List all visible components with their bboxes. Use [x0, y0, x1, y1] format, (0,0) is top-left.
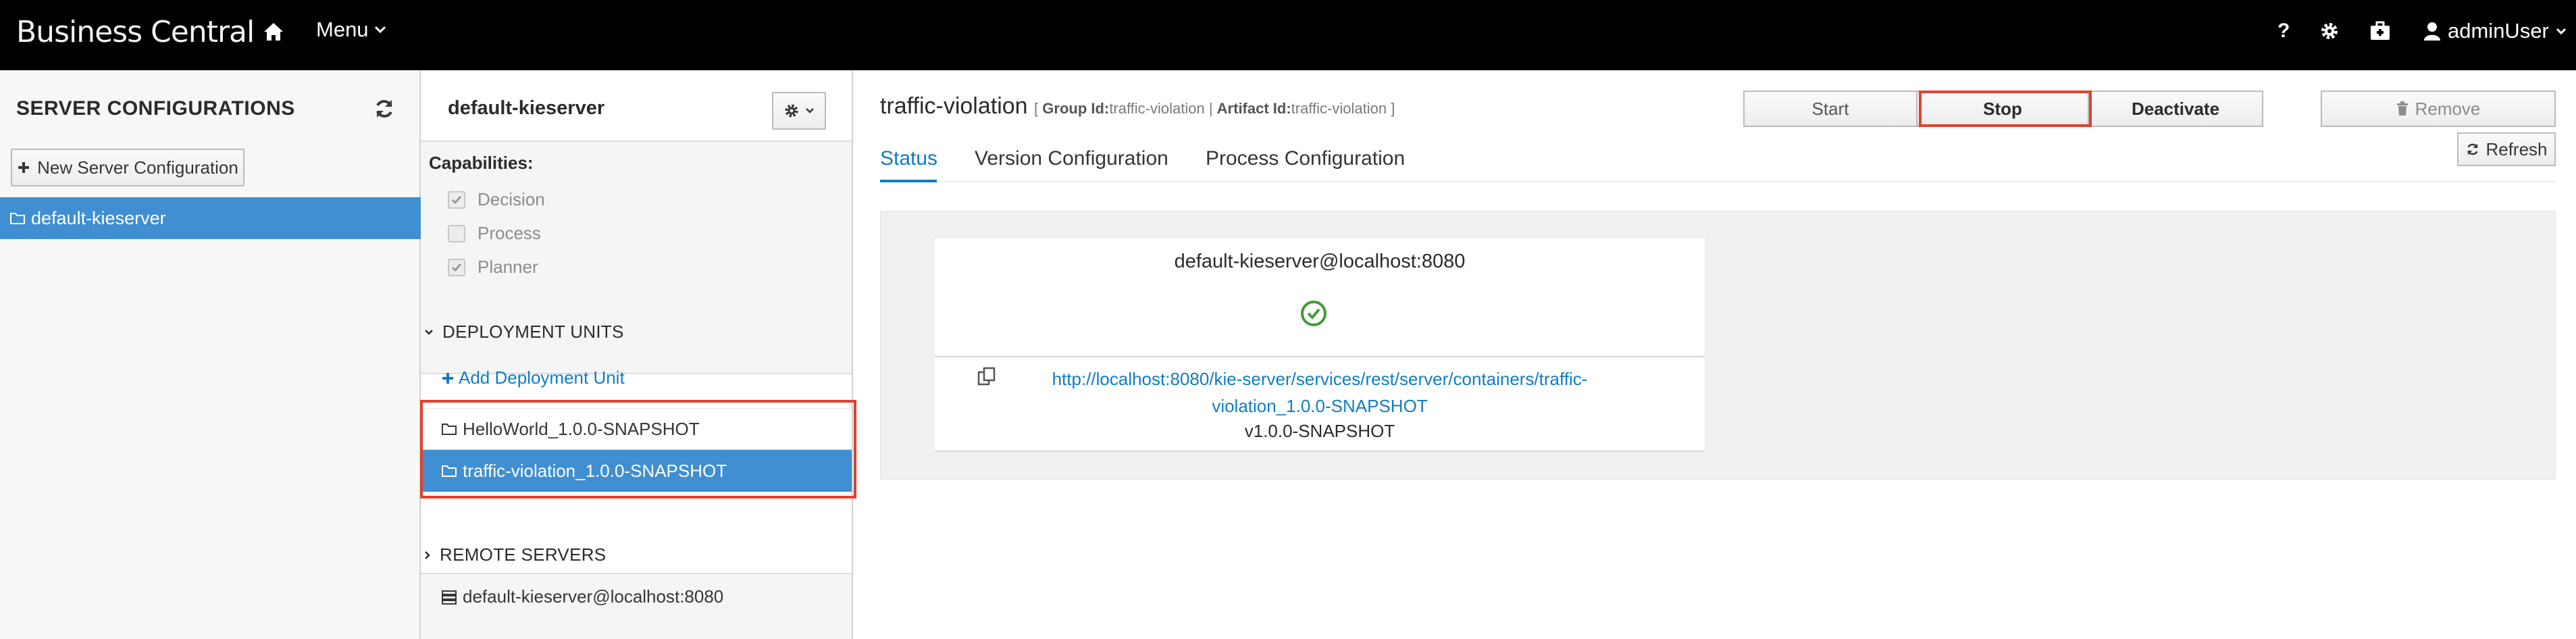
- container-action-group: Start Stop Deactivate: [1743, 91, 2263, 127]
- remote-servers-toggle[interactable]: REMOTE SERVERS: [423, 544, 606, 565]
- help-button[interactable]: ?: [2277, 16, 2290, 46]
- new-server-configuration-button[interactable]: New Server Configuration: [11, 149, 244, 186]
- capability-label: Planner: [478, 257, 538, 277]
- deployment-unit-label: HelloWorld_1.0.0-SNAPSHOT: [463, 418, 700, 439]
- user-icon: [2424, 22, 2440, 41]
- container-tabs: Status Version Configuration Process Con…: [880, 138, 2555, 182]
- chevron-down-icon: [806, 108, 814, 113]
- container-name: traffic-violation: [880, 93, 1028, 119]
- server-settings-dropdown[interactable]: [772, 92, 826, 130]
- stop-button[interactable]: Stop: [1916, 91, 2089, 127]
- capability-process: Process: [448, 223, 541, 244]
- deployment-unit-traffic-violation[interactable]: traffic-violation_1.0.0-SNAPSHOT: [421, 450, 852, 492]
- start-button[interactable]: Start: [1743, 91, 1917, 127]
- status-panel: default-kieserver@localhost:8080 http://…: [880, 211, 2556, 480]
- refresh-button[interactable]: Refresh: [2457, 132, 2556, 166]
- server-item-default-kieserver[interactable]: default-kieserver: [0, 197, 421, 239]
- remote-servers-list: default-kieserver@localhost:8080: [421, 573, 852, 639]
- chevron-down-icon: [425, 329, 433, 335]
- capabilities-title: Capabilities:: [429, 153, 534, 173]
- folder-icon: [10, 213, 25, 224]
- tab-status[interactable]: Status: [880, 147, 937, 170]
- capability-decision: Decision: [448, 189, 545, 210]
- container-meta: [ Group Id:traffic-violation | Artifact …: [1034, 100, 1395, 117]
- tab-process-configuration[interactable]: Process Configuration: [1206, 147, 1405, 170]
- capability-planner: Planner: [448, 257, 538, 278]
- trash-icon: [2396, 101, 2408, 116]
- server-icon: [442, 590, 457, 605]
- server-detail-title: default-kieserver: [448, 97, 605, 119]
- new-server-configuration-label: New Server Configuration: [37, 157, 238, 178]
- briefcase-icon[interactable]: [2369, 16, 2391, 46]
- check-icon: [451, 263, 462, 272]
- refresh-icon[interactable]: [373, 97, 396, 120]
- check-circle-icon: [1299, 299, 1328, 328]
- check-icon: [451, 195, 462, 204]
- user-menu[interactable]: adminUser: [2423, 16, 2567, 46]
- capability-checkbox-process: [448, 224, 465, 242]
- meta-separator: |: [1208, 100, 1213, 117]
- add-deployment-unit-link[interactable]: Add Deployment Unit: [441, 367, 625, 388]
- meta-bracket-close: ]: [1391, 100, 1395, 117]
- home-icon[interactable]: [262, 20, 285, 43]
- meta-bracket-open: [: [1034, 100, 1039, 117]
- chevron-down-icon: [374, 26, 386, 34]
- capability-checkbox-planner: [448, 258, 465, 276]
- folder-icon: [442, 465, 457, 477]
- artifact-id-label: Artifact Id:: [1216, 100, 1291, 117]
- deployment-unit-label: traffic-violation_1.0.0-SNAPSHOT: [463, 460, 727, 481]
- tab-version-configuration[interactable]: Version Configuration: [975, 147, 1168, 170]
- card-divider: [935, 356, 1705, 357]
- chevron-right-icon: [425, 551, 430, 559]
- remote-server-label: default-kieserver@localhost:8080: [463, 586, 724, 607]
- container-title: traffic-violation [ Group Id:traffic-vio…: [880, 93, 1395, 120]
- server-instance-name: default-kieserver@localhost:8080: [1174, 251, 1466, 272]
- group-id-value: traffic-violation: [1109, 100, 1205, 117]
- plus-icon: [442, 372, 453, 384]
- remove-label: Remove: [2415, 98, 2481, 119]
- active-tab-indicator: [880, 180, 937, 182]
- server-status-card: default-kieserver@localhost:8080 http://…: [935, 238, 1705, 452]
- server-detail-header: default-kieserver: [421, 70, 852, 140]
- server-configurations-title: SERVER CONFIGURATIONS: [16, 97, 295, 120]
- menu-dropdown[interactable]: Menu: [316, 18, 386, 42]
- container-url-link[interactable]: http://localhost:8080/kie-server/service…: [996, 365, 1644, 419]
- chevron-down-icon: [2556, 28, 2566, 35]
- deployment-units-toggle[interactable]: DEPLOYMENT UNITS: [423, 322, 624, 342]
- refresh-label: Refresh: [2485, 138, 2548, 159]
- server-detail-panel: default-kieserver Capabilities: Decision…: [421, 70, 853, 639]
- container-detail-panel: traffic-violation [ Group Id:traffic-vio…: [853, 70, 2576, 639]
- server-configurations-panel: SERVER CONFIGURATIONS New Server Configu…: [0, 70, 421, 639]
- deployment-unit-helloworld[interactable]: HelloWorld_1.0.0-SNAPSHOT: [421, 408, 852, 450]
- capability-label: Process: [478, 223, 541, 243]
- remove-button[interactable]: Remove: [2321, 91, 2556, 127]
- remote-server-item[interactable]: default-kieserver@localhost:8080: [441, 586, 723, 607]
- copy-icon[interactable]: [977, 366, 997, 386]
- deactivate-button[interactable]: Deactivate: [2088, 91, 2263, 127]
- menu-label: Menu: [316, 18, 369, 41]
- container-url-row: http://localhost:8080/kie-server/service…: [935, 365, 1705, 419]
- refresh-icon: [2467, 143, 2479, 155]
- server-item-label: default-kieserver: [31, 207, 166, 228]
- add-deployment-unit-label: Add Deployment Unit: [459, 367, 625, 388]
- artifact-id-value: traffic-violation: [1291, 100, 1387, 117]
- gear-icon[interactable]: [2319, 16, 2340, 46]
- deployment-units-title: DEPLOYMENT UNITS: [442, 322, 624, 342]
- capability-checkbox-decision: [448, 190, 465, 209]
- container-version: v1.0.0-SNAPSHOT: [1244, 421, 1395, 441]
- user-name: adminUser: [2448, 19, 2549, 43]
- group-id-label: Group Id:: [1042, 100, 1110, 117]
- remote-servers-title: REMOTE SERVERS: [440, 544, 607, 565]
- plus-icon: [18, 162, 30, 173]
- gear-icon: [785, 104, 798, 118]
- folder-icon: [442, 424, 457, 435]
- capability-label: Decision: [478, 189, 545, 209]
- top-navbar: Business Central Menu ? adminUser: [0, 0, 2576, 70]
- brand-logo[interactable]: Business Central: [16, 15, 255, 49]
